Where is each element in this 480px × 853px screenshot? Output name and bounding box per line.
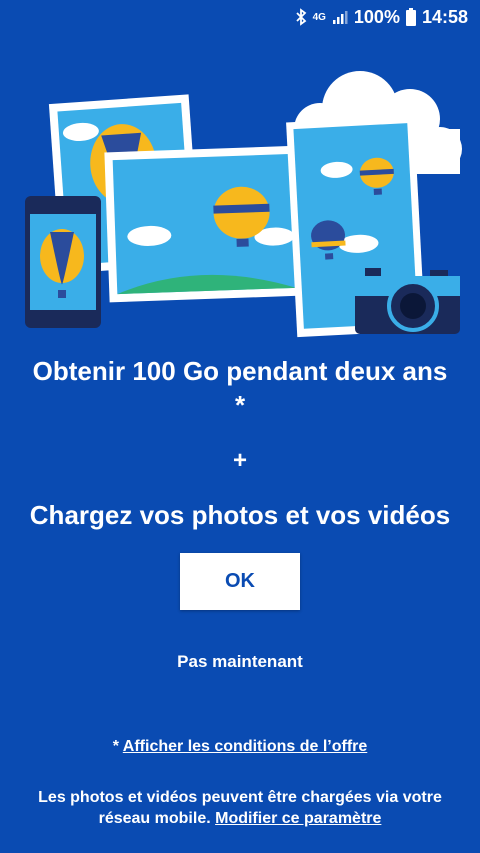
- battery-icon: [405, 8, 416, 26]
- not-now-button[interactable]: Pas maintenant: [0, 652, 480, 672]
- offer-illustration: [25, 71, 462, 338]
- ok-button[interactable]: OK: [180, 553, 300, 610]
- headline-asterisk: *: [234, 390, 246, 420]
- bluetooth-icon: [295, 8, 307, 26]
- offer-subheadline: Chargez vos photos et vos vidéos: [29, 500, 451, 530]
- photo-frame-icon: [104, 145, 305, 303]
- battery-percent: 100%: [353, 6, 400, 27]
- terms-line: * Afficher les conditions de l’offre: [0, 738, 480, 756]
- terms-link[interactable]: Afficher les conditions de l’offre: [123, 738, 367, 755]
- headline-text: Obtenir 100 Go pendant deux ans: [32, 356, 448, 386]
- modify-setting-link[interactable]: Modifier ce paramètre: [215, 810, 381, 827]
- network-type-icon: 4G: [312, 11, 326, 23]
- camera-icon: [355, 268, 460, 334]
- phone-icon: [25, 196, 101, 328]
- plus-sign: +: [232, 447, 247, 474]
- clock: 14:58: [421, 6, 468, 27]
- mobile-data-notice: Les photos et vidéos peuvent être chargé…: [20, 787, 460, 829]
- status-bar: 4G 100% 14:58: [0, 0, 480, 34]
- terms-asterisk: *: [112, 738, 123, 755]
- signal-icon: [332, 9, 348, 25]
- offer-headline: Obtenir 100 Go pendant deux ans *: [20, 354, 460, 422]
